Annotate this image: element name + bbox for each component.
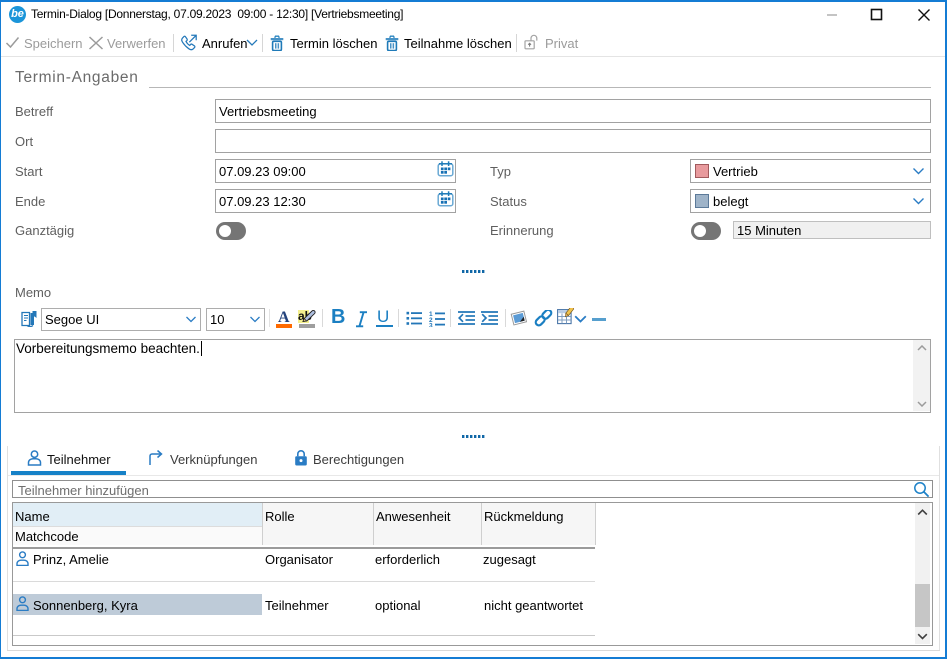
svg-text:3: 3 xyxy=(429,323,433,328)
